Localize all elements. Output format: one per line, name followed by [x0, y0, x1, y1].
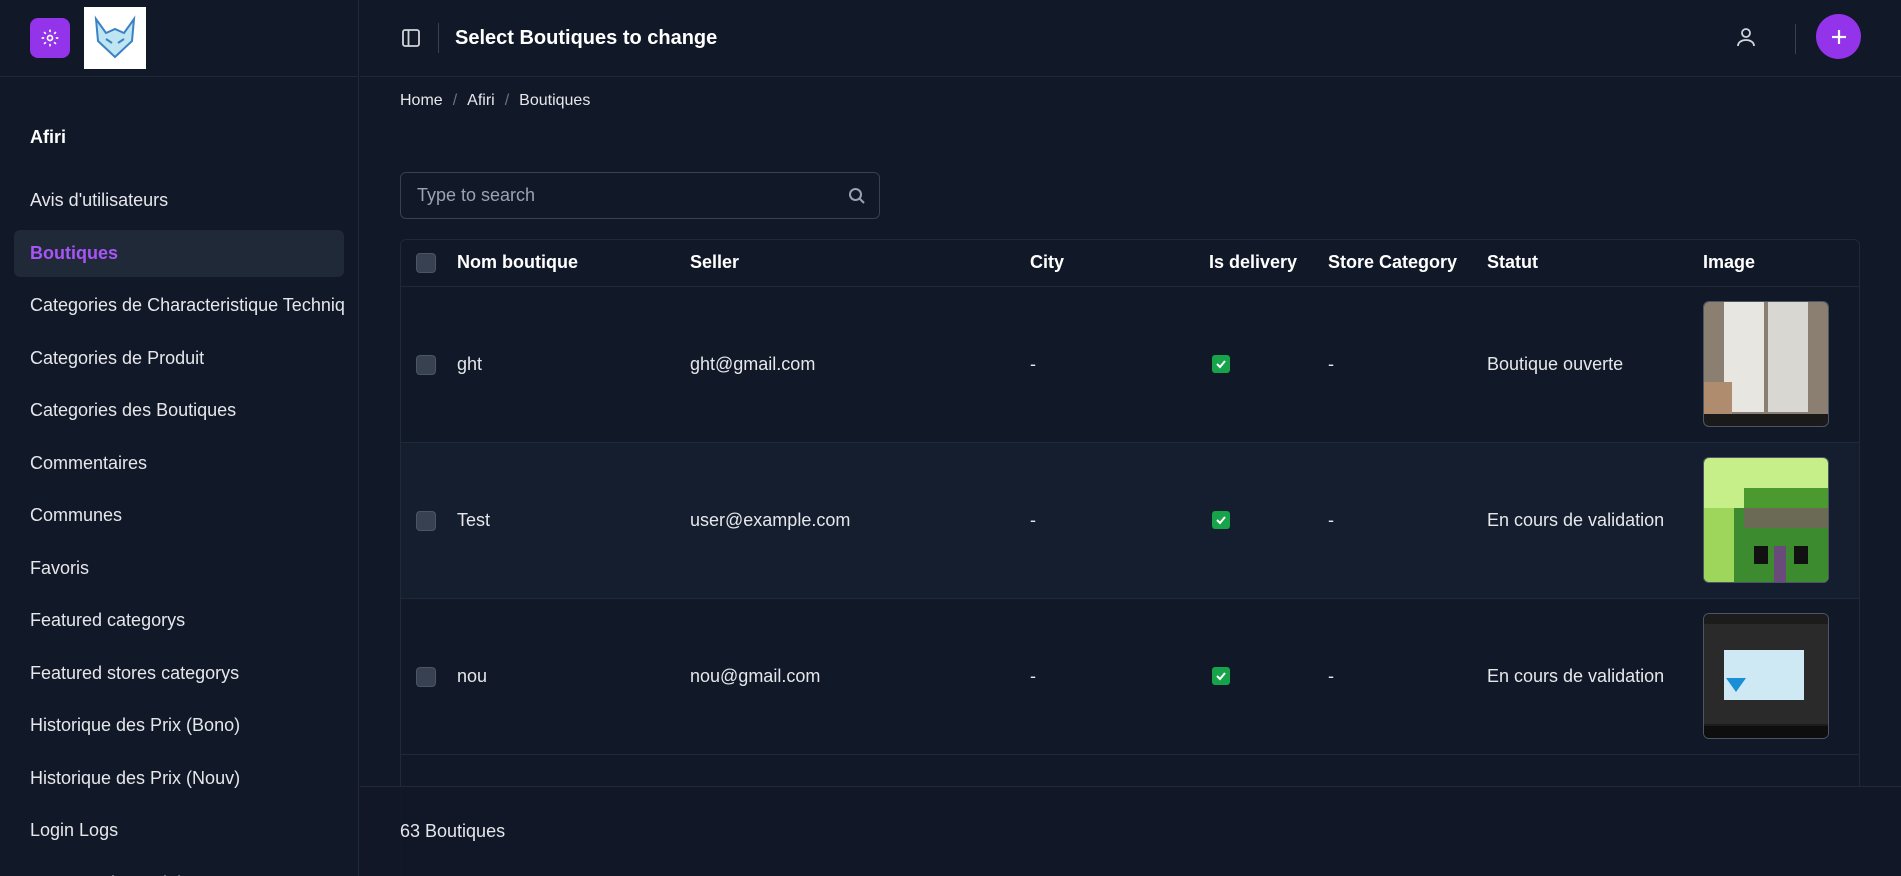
sidebar-item[interactable]: Featured stores categorys — [14, 650, 344, 697]
cell-statut: Boutique ouverte — [1487, 353, 1624, 374]
topbar-divider — [438, 23, 439, 53]
column-header-image[interactable]: Image — [1703, 240, 1859, 286]
add-boutique-button[interactable] — [1816, 14, 1861, 59]
sidebar-toggle-button[interactable] — [400, 27, 422, 49]
column-header-nom[interactable]: Nom boutique — [457, 240, 690, 286]
cell-image — [1703, 286, 1859, 442]
column-header-statut[interactable]: Statut — [1487, 240, 1703, 286]
sidebar-item[interactable]: Historique des Prix (Bono) — [14, 702, 344, 749]
top-bar: Select Boutiques to change — [360, 0, 1901, 77]
sidebar-section-title: Afiri — [30, 127, 66, 147]
table-row[interactable]: Test user@example.com - - En cours de valida… — [401, 442, 1859, 598]
row-select-checkbox[interactable] — [416, 354, 436, 375]
boutiques-table: Nom boutique Seller City Is delivery Sto… — [401, 240, 1859, 755]
cell-is-delivery — [1209, 286, 1328, 442]
cell-nom-boutique[interactable]: Test — [457, 442, 690, 598]
breadcrumb: Home / Afiri / Boutiques — [400, 92, 590, 110]
sidebar-item[interactable]: Historique des Prix (Nouv) — [14, 755, 344, 802]
table-row[interactable]: ght ght@gmail.com - - Boutique ouverte — [401, 286, 1859, 442]
cell-city: - — [1030, 509, 1036, 530]
sidebar-header — [0, 0, 358, 77]
breadcrumb-separator: / — [504, 92, 510, 109]
checkmark-icon — [1212, 510, 1230, 529]
cell-seller: user@example.com — [690, 509, 851, 530]
column-header-store-category[interactable]: Store Category — [1328, 240, 1487, 286]
breadcrumb-home[interactable]: Home — [400, 92, 443, 110]
site-logo[interactable] — [84, 7, 146, 69]
sidebar-item[interactable]: Featured categorys — [14, 597, 344, 644]
sidebar-item[interactable]: Commentaires — [14, 440, 344, 487]
user-menu-button[interactable] — [1734, 25, 1758, 49]
page-title: Select Boutiques to change — [455, 26, 718, 49]
column-header-seller[interactable]: Seller — [690, 240, 1030, 286]
cell-image — [1703, 598, 1859, 754]
sidebar-item[interactable]: Marques des Prduits — [14, 860, 344, 876]
topbar-divider-right — [1795, 24, 1796, 54]
sidebar-item[interactable]: Categories des Boutiques — [14, 387, 344, 434]
sidebar-item[interactable]: Avis d'utilisateurs — [14, 177, 344, 224]
row-select-checkbox[interactable] — [416, 666, 436, 687]
cell-store-category: - — [1328, 509, 1334, 530]
sidebar-item[interactable]: Login Logs — [14, 807, 344, 854]
cell-nom-boutique[interactable]: nou — [457, 598, 690, 754]
boutique-thumbnail-image[interactable] — [1703, 301, 1829, 427]
row-select-checkbox[interactable] — [416, 510, 436, 531]
sidebar-nav: Avis d'utilisateurs Boutiques Categories d… — [0, 177, 358, 876]
cell-seller: ght@gmail.com — [690, 353, 816, 374]
settings-button[interactable] — [30, 18, 70, 58]
table-row[interactable]: nou nou@gmail.com - - En cours de validation — [401, 598, 1859, 754]
sidebar-item[interactable]: Categories de Characteristique Technique… — [14, 282, 344, 329]
cell-is-delivery — [1209, 598, 1328, 754]
search-icon — [849, 188, 865, 204]
results-count: 63 Boutiques — [400, 821, 506, 841]
table-header-row: Nom boutique Seller City Is delivery Sto… — [401, 240, 1859, 286]
cell-nom-boutique[interactable]: ght — [457, 286, 690, 442]
select-all-checkbox[interactable] — [416, 253, 436, 274]
search-box — [400, 172, 880, 219]
boutique-thumbnail-image[interactable] — [1703, 457, 1829, 583]
boutique-thumbnail-image[interactable] — [1703, 613, 1829, 739]
sidebar-toggle-icon — [402, 29, 420, 47]
boutiques-table-container: Nom boutique Seller City Is delivery Sto… — [400, 239, 1860, 876]
cell-city: - — [1030, 353, 1036, 374]
results-footer: 63 Boutiques — [360, 786, 1901, 876]
column-header-is-delivery[interactable]: Is delivery — [1209, 240, 1328, 286]
sidebar-item[interactable]: Boutiques — [14, 229, 344, 277]
main-content: Select Boutiques to change Home / Afiri … — [360, 0, 1901, 876]
cell-image — [1703, 442, 1859, 598]
table-body: ght ght@gmail.com - - Boutique ouverte Test us… — [401, 286, 1859, 754]
checkmark-icon — [1212, 354, 1230, 373]
checkmark-icon — [1212, 666, 1230, 685]
breadcrumb-current: Boutiques — [519, 92, 591, 109]
search-input[interactable] — [401, 173, 879, 218]
cell-store-category: - — [1328, 665, 1334, 686]
sidebar-item[interactable]: Favoris — [14, 545, 344, 592]
fox-logo-icon — [94, 15, 136, 59]
sidebar-item[interactable]: Communes — [14, 492, 344, 539]
cell-statut: En cours de validation — [1487, 509, 1665, 530]
cell-store-category: - — [1328, 353, 1334, 374]
column-header-city[interactable]: City — [1030, 240, 1209, 286]
gear-icon — [41, 29, 59, 47]
cell-statut: En cours de validation — [1487, 665, 1665, 686]
breadcrumb-afiri[interactable]: Afiri — [467, 92, 495, 110]
sidebar-item[interactable]: Categories de Produit — [14, 335, 344, 382]
sidebar: Afiri Avis d'utilisateurs Boutiques Catego… — [0, 0, 359, 876]
cell-city: - — [1030, 665, 1036, 686]
plus-icon — [1831, 29, 1846, 44]
cell-is-delivery — [1209, 442, 1328, 598]
cell-seller: nou@gmail.com — [690, 665, 821, 686]
user-icon — [1737, 28, 1755, 47]
breadcrumb-separator: / — [452, 92, 458, 109]
